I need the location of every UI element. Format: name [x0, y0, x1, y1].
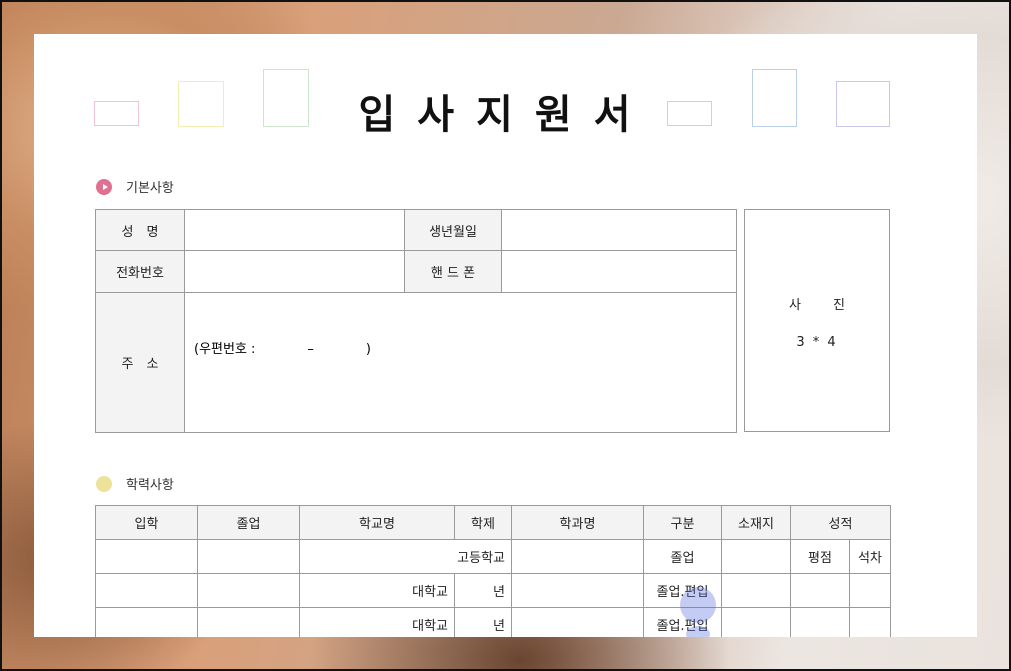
photo-size: 3 * 4: [796, 335, 838, 350]
birthdate-field[interactable]: [501, 209, 737, 251]
section-basic: 기본사항: [96, 177, 174, 196]
cell-gpa[interactable]: [790, 607, 850, 637]
cursor-highlight: [686, 626, 710, 637]
circle-bullet-icon: [96, 475, 112, 492]
header-admission: 입학: [95, 505, 198, 540]
cell-rank[interactable]: [849, 607, 891, 637]
cell-category[interactable]: 졸업: [643, 539, 722, 574]
phone-field[interactable]: [184, 250, 405, 293]
cell-admission[interactable]: [95, 539, 198, 574]
cell-system[interactable]: 년: [454, 607, 512, 637]
cell-school[interactable]: 고등학교: [299, 539, 512, 574]
photo-box[interactable]: 사 진 3 * 4: [744, 209, 890, 432]
address-field[interactable]: [184, 292, 737, 433]
cell-location[interactable]: [721, 539, 791, 574]
name-label: 성 명: [95, 209, 185, 251]
photo-label: 사 진: [788, 298, 860, 313]
address-label: 주 소: [95, 292, 185, 433]
cell-rank[interactable]: [849, 573, 891, 608]
cell-major[interactable]: [511, 573, 644, 608]
header-graduation: 졸업: [197, 505, 300, 540]
page-title: 입사지원서: [358, 92, 653, 138]
cell-graduation[interactable]: [197, 539, 300, 574]
birthdate-label: 생년월일: [404, 209, 502, 251]
cell-admission[interactable]: [95, 573, 198, 608]
section-education: 학력사항: [96, 474, 174, 493]
application-form-document: 입사지원서 기본사항 성 명 생년월일 전화번호 핸 드 폰 주 소 (우편번호…: [34, 34, 977, 637]
header-grades: 성적: [790, 505, 891, 540]
subheader-rank: 석차: [849, 539, 891, 574]
name-field[interactable]: [184, 209, 405, 251]
header-location: 소재지: [721, 505, 791, 540]
cell-school[interactable]: 대학교: [299, 573, 455, 608]
cell-graduation[interactable]: [197, 607, 300, 637]
subheader-gpa: 평점: [790, 539, 850, 574]
play-bullet-icon: [96, 178, 112, 195]
mobile-label: 핸 드 폰: [404, 250, 502, 293]
cursor-highlight: [680, 587, 716, 623]
section-basic-label: 기본사항: [126, 181, 174, 196]
header-major: 학과명: [511, 505, 644, 540]
cell-major[interactable]: [511, 607, 644, 637]
cell-location[interactable]: [721, 607, 791, 637]
cell-major[interactable]: [511, 539, 644, 574]
header-school: 학교명: [299, 505, 455, 540]
cell-graduation[interactable]: [197, 573, 300, 608]
cell-admission[interactable]: [95, 607, 198, 637]
mobile-field[interactable]: [501, 250, 737, 293]
phone-label: 전화번호: [95, 250, 185, 293]
education-table: 입학 졸업 학교명 학제 학과명 구분 소재지 성적 고등학교 졸업 평점 석차…: [95, 505, 891, 637]
section-education-label: 학력사항: [126, 478, 174, 493]
cell-gpa[interactable]: [790, 573, 850, 608]
postal-code-text: (우편번호 : – ): [194, 342, 371, 357]
cell-school[interactable]: 대학교: [299, 607, 455, 637]
cell-system[interactable]: 년: [454, 573, 512, 608]
cell-location[interactable]: [721, 573, 791, 608]
header-system: 학제: [454, 505, 512, 540]
basic-info-table: 성 명 생년월일 전화번호 핸 드 폰 주 소: [95, 209, 737, 433]
header-category: 구분: [643, 505, 722, 540]
